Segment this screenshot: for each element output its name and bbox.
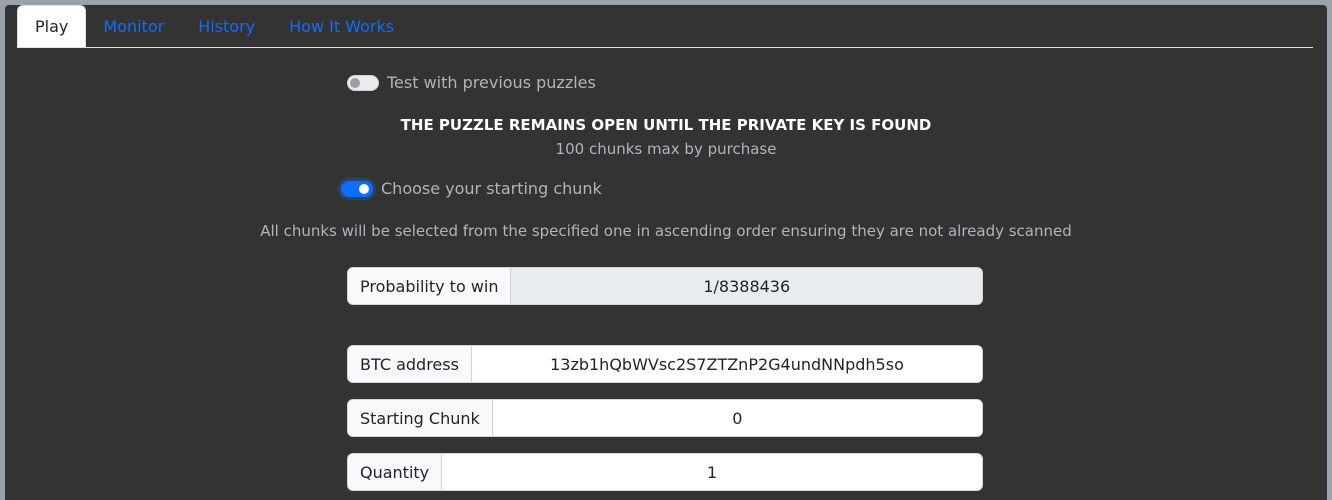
starting-chunk-toggle-label: Choose your starting chunk [381, 179, 602, 198]
chunks-max-subline: 100 chunks max by purchase [555, 140, 777, 158]
btc-address-group: BTC address [347, 345, 983, 383]
tab-monitor[interactable]: Monitor [86, 6, 181, 47]
btc-address-input[interactable] [471, 346, 982, 382]
tab-history[interactable]: History [181, 6, 272, 47]
app-frame: Play Monitor History How It Works Test w… [5, 5, 1327, 500]
tab-how-it-works[interactable]: How It Works [272, 6, 411, 47]
starting-chunk-toggle-row: Choose your starting chunk [341, 179, 602, 198]
quantity-input[interactable] [442, 454, 982, 490]
starting-chunk-group: Starting Chunk [347, 399, 983, 437]
chunk-selection-note: All chunks will be selected from the spe… [260, 222, 1072, 240]
probability-group: Probability to win [347, 267, 983, 305]
test-previous-puzzles-row: Test with previous puzzles [347, 73, 596, 92]
starting-chunk-label: Starting Chunk [348, 400, 493, 436]
test-previous-puzzles-switch[interactable] [347, 74, 379, 91]
starting-chunk-input[interactable] [492, 400, 982, 436]
starting-chunk-switch[interactable] [341, 180, 373, 197]
tab-play[interactable]: Play [17, 5, 87, 47]
quantity-group: Quantity [347, 453, 983, 491]
probability-label: Probability to win [348, 268, 512, 304]
puzzle-headline: THE PUZZLE REMAINS OPEN UNTIL THE PRIVAT… [400, 116, 932, 134]
tab-bar: Play Monitor History How It Works [17, 5, 1313, 48]
quantity-label: Quantity [348, 454, 443, 490]
test-previous-puzzles-label: Test with previous puzzles [387, 73, 596, 92]
btc-address-label: BTC address [348, 346, 472, 382]
probability-field [511, 268, 982, 304]
